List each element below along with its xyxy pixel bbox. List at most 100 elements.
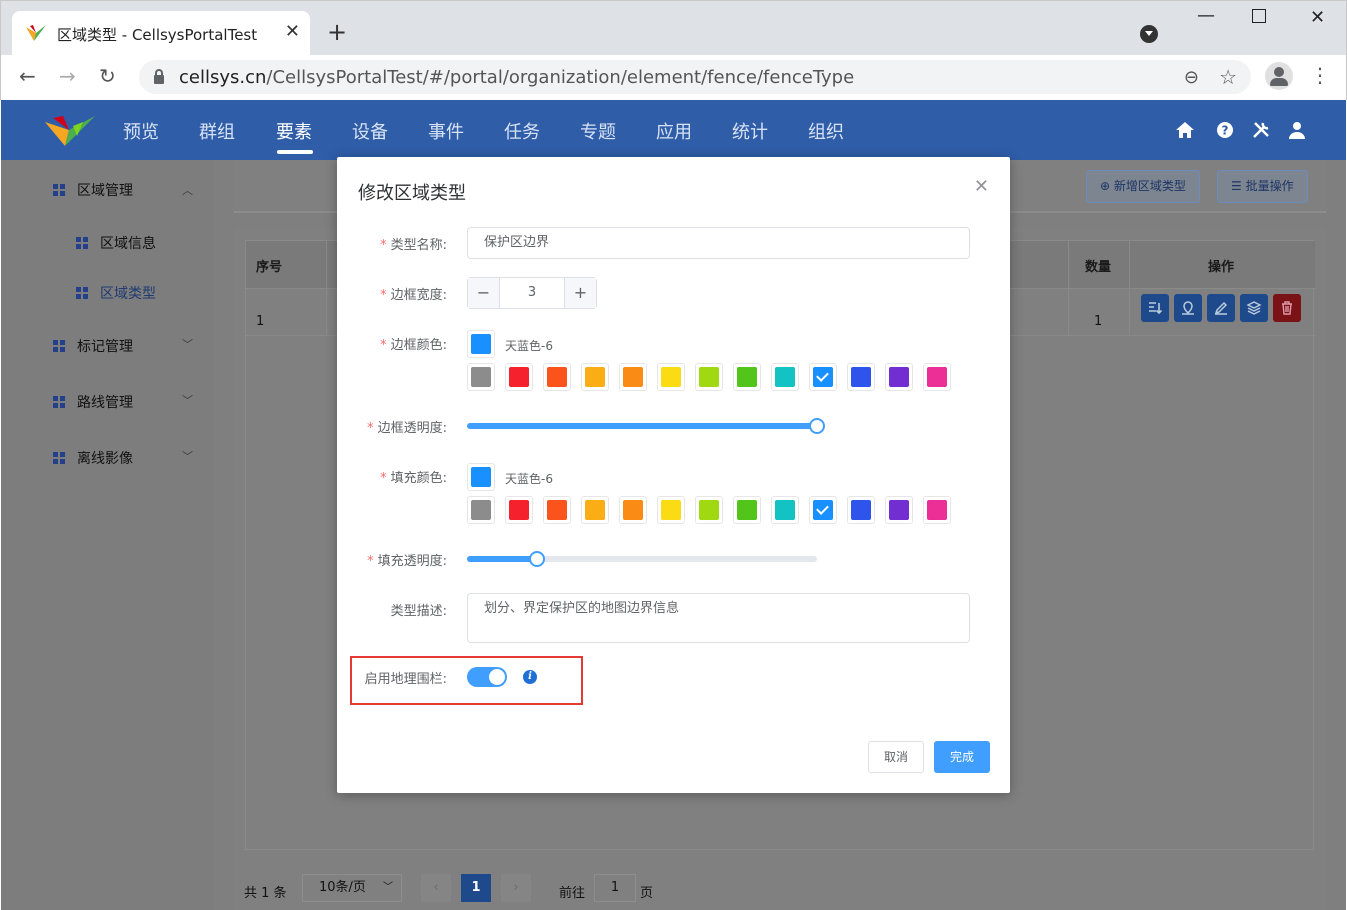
sidebar-item-area-type[interactable]: 区域类型	[76, 283, 156, 303]
browser-menu-icon[interactable]: ⋮	[1310, 63, 1330, 87]
page-size-select[interactable]: 10条/页 ﹀	[302, 874, 402, 902]
color-swatch[interactable]	[657, 363, 685, 391]
color-swatch[interactable]	[809, 496, 837, 524]
slider-thumb[interactable]	[529, 551, 545, 567]
nav-group[interactable]: 群组	[199, 118, 235, 144]
nav-preview[interactable]: 预览	[123, 118, 159, 144]
fill-opacity-label: * 填充透明度:	[367, 554, 447, 569]
pagination-total: 共 1 条	[244, 886, 287, 901]
batch-operation-button[interactable]: ☰ 批量操作	[1217, 170, 1308, 203]
border-color-current	[467, 330, 495, 358]
border-opacity-slider[interactable]	[467, 418, 825, 434]
page-suffix: 页	[640, 886, 654, 901]
tab-close-icon[interactable]: ✕	[285, 21, 300, 43]
color-swatch[interactable]	[581, 363, 609, 391]
color-swatch[interactable]	[771, 363, 799, 391]
color-swatch[interactable]	[467, 363, 495, 391]
color-swatch[interactable]	[885, 363, 913, 391]
color-swatch[interactable]	[619, 496, 647, 524]
color-swatch[interactable]	[923, 363, 951, 391]
sidebar-item-offline-imagery[interactable]: 离线影像	[53, 448, 133, 468]
reload-icon[interactable]: ↻	[99, 63, 116, 89]
back-icon[interactable]: ←	[19, 63, 36, 89]
nav-org[interactable]: 组织	[808, 118, 844, 144]
address-bar[interactable]: cellsys.cn/CellsysPortalTest/#/portal/or…	[139, 60, 1251, 94]
sidebar-item-marker-management[interactable]: 标记管理	[53, 336, 133, 356]
dialog-close-icon[interactable]: ✕	[974, 176, 989, 197]
nav-topic[interactable]: 专题	[580, 118, 616, 144]
sidebar-item-area-info[interactable]: 区域信息	[76, 233, 156, 253]
color-swatch[interactable]	[619, 363, 647, 391]
cancel-button[interactable]: 取消	[868, 741, 924, 773]
color-swatch[interactable]	[467, 496, 495, 524]
color-swatch[interactable]	[847, 496, 875, 524]
delete-action-button[interactable]	[1273, 294, 1301, 322]
sidebar-item-area-management[interactable]: 区域管理	[53, 180, 133, 200]
edit-area-type-dialog: 修改区域类型 ✕ * 类型名称: 保护区边界 * 边框宽度: − 3 + * 边框颜色…	[337, 157, 1010, 793]
done-button[interactable]: 完成	[934, 741, 990, 773]
add-area-type-button[interactable]: ⊕ 新增区域类型	[1086, 170, 1200, 203]
profile-avatar-icon[interactable]	[1265, 62, 1293, 90]
decrement-button[interactable]: −	[468, 278, 500, 308]
goto-page-input[interactable]: 1	[594, 874, 636, 902]
nav-app[interactable]: 应用	[656, 118, 692, 144]
bookmark-star-icon[interactable]: ☆	[1219, 65, 1237, 89]
layers-action-button[interactable]	[1240, 294, 1268, 322]
sidebar-item-route-management[interactable]: 路线管理	[53, 392, 133, 412]
user-icon[interactable]	[1287, 120, 1307, 140]
column-divider	[1129, 241, 1130, 335]
help-icon[interactable]: ?	[1215, 120, 1235, 140]
color-swatch[interactable]	[657, 496, 685, 524]
tab-search-icon[interactable]	[1140, 25, 1158, 43]
nav-element[interactable]: 要素	[276, 118, 312, 144]
map-action-button[interactable]	[1174, 294, 1202, 322]
home-icon[interactable]	[1175, 120, 1195, 140]
slider-thumb[interactable]	[809, 418, 825, 434]
color-swatch[interactable]	[847, 363, 875, 391]
minimize-icon[interactable]: —	[1197, 5, 1215, 26]
color-swatch[interactable]	[733, 363, 761, 391]
border-color-name: 天蓝色-6	[505, 339, 553, 353]
browser-tab[interactable]: 区域类型 - CellsysPortalTest ✕	[12, 11, 310, 56]
page-number-button[interactable]: 1	[461, 874, 491, 902]
border-opacity-label: * 边框透明度:	[367, 421, 447, 436]
sort-action-button[interactable]	[1141, 294, 1169, 322]
geofence-toggle[interactable]	[467, 667, 507, 687]
nav-active-indicator	[277, 150, 313, 154]
color-swatch[interactable]	[695, 363, 723, 391]
increment-button[interactable]: +	[564, 278, 596, 308]
maximize-icon[interactable]	[1252, 9, 1266, 23]
fill-opacity-slider[interactable]	[467, 551, 817, 567]
type-name-input[interactable]: 保护区边界	[467, 227, 970, 259]
edit-action-button[interactable]	[1207, 294, 1235, 322]
nav-stats[interactable]: 统计	[732, 118, 768, 144]
color-swatch[interactable]	[809, 363, 837, 391]
color-swatch[interactable]	[543, 496, 571, 524]
nav-event[interactable]: 事件	[428, 118, 464, 144]
forward-icon[interactable]: →	[59, 63, 76, 89]
svg-text:?: ?	[1222, 124, 1229, 138]
color-swatch[interactable]	[505, 363, 533, 391]
type-description-textarea[interactable]: 划分、界定保护区的地图边界信息	[467, 593, 970, 643]
nav-device[interactable]: 设备	[352, 118, 388, 144]
color-swatch[interactable]	[695, 496, 723, 524]
border-width-value[interactable]: 3	[500, 278, 564, 308]
color-swatch[interactable]	[885, 496, 913, 524]
prev-page-button[interactable]: ‹	[421, 874, 451, 902]
color-swatch[interactable]	[733, 496, 761, 524]
color-swatch[interactable]	[771, 496, 799, 524]
info-icon[interactable]: i	[523, 670, 537, 684]
next-page-button[interactable]: ›	[501, 874, 531, 902]
color-swatch[interactable]	[543, 363, 571, 391]
color-swatch[interactable]	[923, 496, 951, 524]
tools-icon[interactable]	[1251, 120, 1271, 140]
color-swatch[interactable]	[505, 496, 533, 524]
window-close-icon[interactable]: ✕	[1310, 7, 1325, 28]
column-divider	[326, 241, 327, 335]
chevron-down-icon: ﹀	[182, 450, 193, 463]
new-tab-icon[interactable]: +	[327, 19, 347, 45]
zoom-icon[interactable]: ⊖	[1184, 67, 1199, 88]
border-width-stepper: − 3 +	[467, 277, 597, 309]
nav-task[interactable]: 任务	[504, 118, 540, 144]
color-swatch[interactable]	[581, 496, 609, 524]
